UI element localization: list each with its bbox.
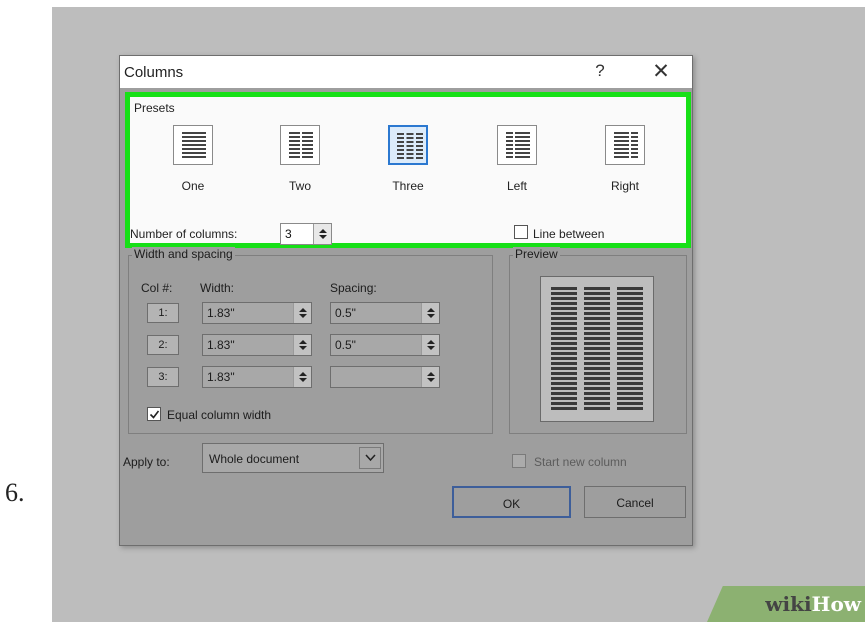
- col-number-button[interactable]: 3:: [147, 367, 179, 387]
- apply-to-value: Whole document: [209, 452, 300, 466]
- close-button[interactable]: ✕: [648, 59, 674, 84]
- col-number-button[interactable]: 1:: [147, 303, 179, 323]
- width-header: Width:: [200, 281, 235, 295]
- width-field[interactable]: 1.83": [202, 366, 312, 388]
- col-number-button[interactable]: 2:: [147, 335, 179, 355]
- width-stepper[interactable]: [293, 335, 311, 355]
- apply-to-label: Apply to:: [123, 455, 170, 469]
- equal-column-width-label: Equal column width: [167, 408, 272, 422]
- width-field[interactable]: 1.83": [202, 302, 312, 324]
- spacing-field[interactable]: [330, 366, 440, 388]
- preset-label-right: Right: [610, 179, 639, 193]
- spacing-field[interactable]: 0.5": [330, 334, 440, 356]
- preset-left[interactable]: Left: [497, 125, 553, 205]
- number-of-columns-label: Number of columns:: [130, 227, 238, 241]
- col-number-header: Col #:: [141, 281, 173, 295]
- width-and-spacing-group: Width and spacing Col #: Width: Spacing:…: [128, 247, 493, 434]
- number-of-columns-value: 3: [285, 227, 292, 241]
- preset-label-three: Three: [392, 179, 424, 193]
- spacing-value: 0.5": [335, 306, 356, 320]
- three-columns-icon: [388, 125, 428, 165]
- preview-label: Preview: [513, 247, 560, 261]
- spacing-field[interactable]: 0.5": [330, 302, 440, 324]
- presets-label: Presets: [134, 101, 175, 115]
- preview-page: [540, 276, 654, 422]
- width-and-spacing-label: Width and spacing: [132, 247, 235, 261]
- apply-to-select[interactable]: Whole document: [202, 443, 384, 473]
- width-value: 1.83": [207, 370, 235, 384]
- spacing-header: Spacing:: [330, 281, 377, 295]
- preset-right[interactable]: Right: [605, 125, 661, 205]
- three-column-preview-icon: [551, 287, 643, 411]
- spacing-value: 0.5": [335, 338, 356, 352]
- spacing-stepper[interactable]: [421, 367, 439, 387]
- preset-one[interactable]: One: [173, 125, 229, 205]
- chevron-down-icon[interactable]: [359, 447, 381, 469]
- start-new-column-label: Start new column: [534, 455, 627, 469]
- number-of-columns-input[interactable]: 3: [280, 223, 332, 245]
- line-between-checkbox[interactable]: [514, 225, 528, 239]
- preset-label-left: Left: [506, 179, 527, 193]
- preset-label-one: One: [181, 179, 205, 193]
- two-columns-icon: [280, 125, 320, 165]
- one-column-icon: [173, 125, 213, 165]
- right-columns-icon: [605, 125, 645, 165]
- help-button[interactable]: ?: [590, 61, 610, 81]
- number-of-columns-stepper[interactable]: [313, 224, 331, 244]
- ok-button[interactable]: OK: [452, 486, 571, 518]
- step-number: 6.: [5, 478, 25, 507]
- width-value: 1.83": [207, 338, 235, 352]
- line-between-label: Line between: [533, 227, 605, 241]
- preset-three[interactable]: Three: [388, 125, 444, 205]
- start-new-column-checkbox[interactable]: [512, 454, 526, 468]
- cancel-button[interactable]: Cancel: [584, 486, 686, 518]
- width-field[interactable]: 1.83": [202, 334, 312, 356]
- checkmark-icon: [149, 410, 160, 419]
- watermark-text: wikiHow: [765, 592, 861, 616]
- dialog-titlebar: Columns ? ✕: [120, 56, 692, 88]
- preset-two[interactable]: Two: [280, 125, 336, 205]
- preview-group: Preview: [509, 247, 687, 434]
- dialog-title: Columns: [124, 64, 184, 81]
- preset-label-two: Two: [288, 179, 311, 193]
- width-value: 1.83": [207, 306, 235, 320]
- spacing-stepper[interactable]: [421, 303, 439, 323]
- columns-dialog: Columns ? ✕ Presets One Two Three Left R…: [119, 55, 693, 546]
- presets-highlight-box: Presets One Two Three Left Right Number …: [125, 92, 691, 248]
- wikihow-watermark: wikiHow: [707, 586, 865, 622]
- equal-column-width-checkbox[interactable]: [147, 407, 161, 421]
- width-stepper[interactable]: [293, 367, 311, 387]
- left-columns-icon: [497, 125, 537, 165]
- width-stepper[interactable]: [293, 303, 311, 323]
- spacing-stepper[interactable]: [421, 335, 439, 355]
